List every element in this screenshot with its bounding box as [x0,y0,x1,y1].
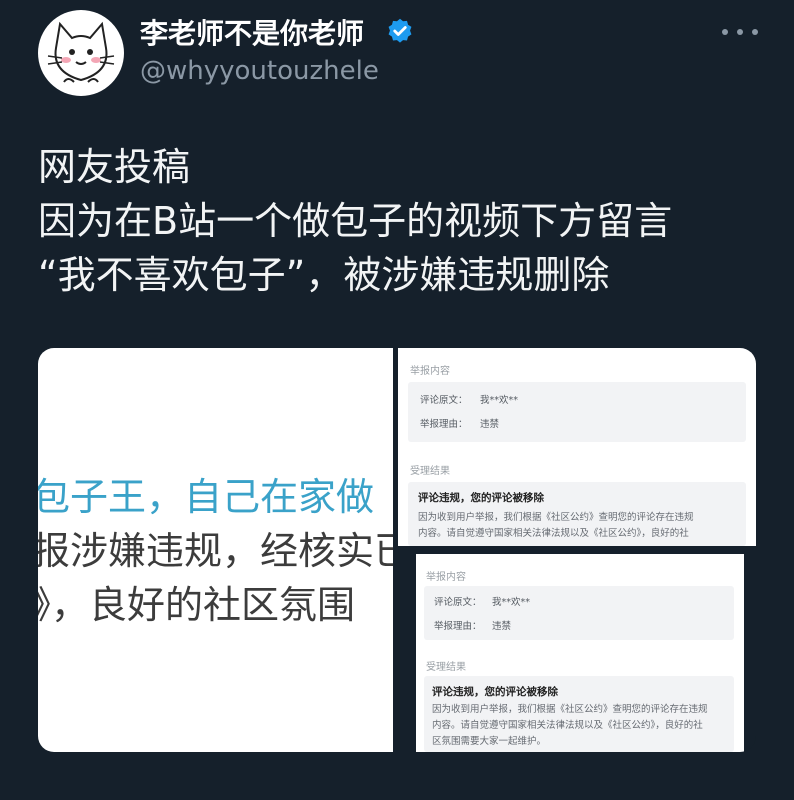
cat-avatar-icon [47,21,115,83]
result-text-line: 区氛围需要大家一起维护。 [432,736,547,747]
more-options-icon[interactable] [722,22,758,42]
crop-text-line: 报涉嫌违规，经核实已 [38,529,393,573]
tweet-card: 李老师不是你老师 @whyyoutouzhele 网友投稿 因为在B站一个做包子… [0,0,794,800]
reason-value: 违禁 [480,419,500,430]
tweet-text-line: 因为在B站一个做包子的视频下方留言 [38,199,673,243]
tweet-text-line: “我不喜欢包子”，被涉嫌违规删除 [38,253,610,297]
result-text-line: 内容。请自觉遵守国家相关法律法规以及《社区公约》，良好的社 [432,720,703,731]
dot-icon [752,29,758,35]
result-text-line: 内容。请自觉遵守国家相关法律法规以及《社区公约》，良好的社 [418,528,689,539]
dot-icon [737,29,743,35]
comment-value: 我**欢** [480,395,519,406]
comment-value: 我**欢** [492,597,531,608]
result-text-line: 因为收到用户举报，我们根据《社区公约》查明您的评论存在违规 [432,704,708,715]
crop-text-line: 包子王，自己在家做 [38,475,375,519]
media-image-report-screenshot[interactable]: 举报内容 评论原文： 我**欢** 举报理由： 违禁 受理结果 评论违规，您的评… [398,348,756,546]
display-name[interactable]: 李老师不是你老师 [140,12,364,52]
section-title-report: 举报内容 [426,572,466,583]
section-title-report: 举报内容 [410,366,450,377]
media-grid: 包子王，自己在家做 报涉嫌违规，经核实已 》，良好的社区氛围 举报内容 评论原文… [38,348,756,752]
reason-label: 举报理由： [420,419,468,430]
dot-icon [722,29,728,35]
result-title: 评论违规，您的评论被移除 [432,686,558,698]
reason-label: 举报理由： [434,621,482,632]
avatar[interactable] [38,10,124,96]
media-image-report-screenshot[interactable]: 举报内容 评论原文： 我**欢** 举报理由： 违禁 受理结果 评论违规，您的评… [416,554,744,752]
result-text-line: 因为收到用户举报，我们根据《社区公约》查明您的评论存在违规 [418,512,694,523]
report-box [408,382,746,442]
handle[interactable]: @whyyoutouzhele [140,56,379,86]
tweet-text: 网友投稿 因为在B站一个做包子的视频下方留言 “我不喜欢包子”，被涉嫌违规删除 [38,140,768,302]
reason-value: 违禁 [492,621,512,632]
crop-text-line: 》，良好的社区氛围 [38,583,356,627]
result-title: 评论违规，您的评论被移除 [418,492,544,504]
verified-badge-icon [388,18,412,43]
comment-label: 评论原文： [434,597,482,608]
section-title-result: 受理结果 [410,466,450,477]
comment-label: 评论原文： [420,395,468,406]
section-title-result: 受理结果 [426,662,466,673]
tweet-text-line: 网友投稿 [38,145,191,189]
media-image-zoomed-crop[interactable]: 包子王，自己在家做 报涉嫌违规，经核实已 》，良好的社区氛围 [38,348,393,752]
